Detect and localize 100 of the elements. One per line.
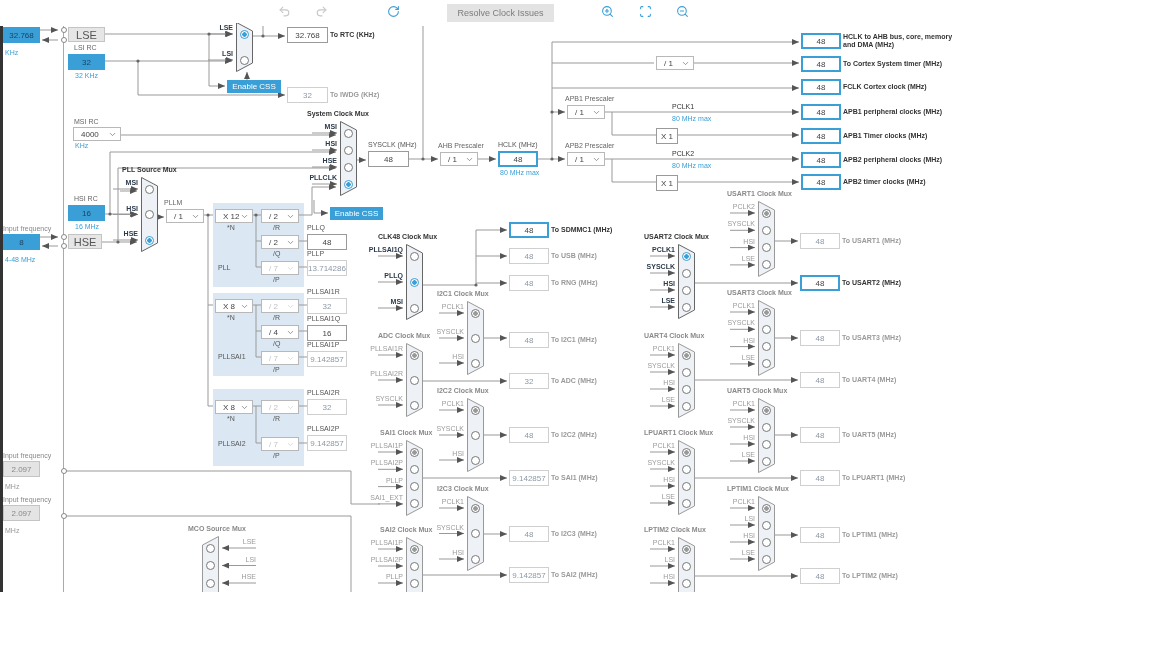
- mux-radio[interactable]: [682, 498, 691, 508]
- mux-radio[interactable]: [762, 324, 771, 334]
- enable-css-button[interactable]: Enable CSS: [227, 80, 281, 93]
- value-field[interactable]: 48: [801, 56, 841, 72]
- mux-radio[interactable]: [410, 303, 419, 313]
- mux-radio[interactable]: [344, 145, 353, 155]
- value-field[interactable]: 48: [801, 174, 841, 190]
- mux-radio[interactable]: [145, 210, 154, 219]
- value-field[interactable]: 48: [801, 128, 841, 144]
- value-field[interactable]: 32.768: [287, 27, 328, 43]
- mux-radio[interactable]: [145, 184, 154, 194]
- mux-radio[interactable]: [344, 128, 353, 138]
- mux-radio[interactable]: [682, 481, 691, 491]
- zoom-out-icon[interactable]: [676, 5, 689, 18]
- mux-radio[interactable]: [410, 277, 419, 287]
- frequency-field[interactable]: 8: [3, 234, 40, 250]
- mux-radio[interactable]: [145, 235, 154, 245]
- frequency-field[interactable]: 2.097: [3, 505, 40, 521]
- mux-radio[interactable]: [682, 578, 691, 588]
- mux-radio[interactable]: [410, 251, 419, 261]
- value-field[interactable]: 48: [801, 152, 841, 168]
- mux-radio[interactable]: [471, 358, 480, 368]
- mux-radio[interactable]: [762, 243, 771, 253]
- mux-radio[interactable]: [410, 499, 419, 509]
- dropdown[interactable]: X 8: [215, 400, 253, 414]
- mux-radio[interactable]: [682, 561, 691, 571]
- mux-radio[interactable]: [682, 367, 691, 377]
- value-field[interactable]: 48: [801, 79, 841, 95]
- mux-radio[interactable]: [471, 405, 480, 415]
- mux-radio[interactable]: [682, 302, 691, 312]
- mux-radio[interactable]: [762, 225, 771, 235]
- zoom-in-icon[interactable]: [601, 5, 614, 18]
- mux-radio[interactable]: [762, 208, 771, 218]
- oscillator-field[interactable]: 16: [68, 205, 105, 221]
- mux-radio[interactable]: [471, 529, 480, 538]
- mux-radio[interactable]: [762, 439, 771, 449]
- mux-radio[interactable]: [682, 464, 691, 474]
- fit-screen-icon[interactable]: [639, 5, 652, 18]
- dropdown[interactable]: / 1: [440, 152, 478, 166]
- mux-radio[interactable]: [344, 162, 353, 172]
- mux-radio[interactable]: [682, 447, 691, 457]
- mux-radio[interactable]: [410, 375, 419, 385]
- refresh-icon[interactable]: [387, 5, 400, 18]
- enable-css-button[interactable]: Enable CSS: [330, 207, 383, 220]
- dropdown[interactable]: / 1: [656, 56, 694, 70]
- mux-radio[interactable]: [762, 520, 771, 530]
- mux-radio[interactable]: [206, 578, 215, 588]
- mux-radio[interactable]: [410, 350, 419, 360]
- dropdown[interactable]: X 12: [215, 209, 253, 223]
- mux-radio[interactable]: [762, 422, 771, 432]
- undo-icon[interactable]: [278, 5, 291, 18]
- value-field[interactable]: 48: [498, 151, 538, 167]
- mux-radio[interactable]: [240, 29, 249, 39]
- mux-radio[interactable]: [762, 307, 771, 317]
- dropdown[interactable]: / 2: [261, 235, 299, 249]
- value-field[interactable]: 48: [801, 104, 841, 120]
- mux-radio[interactable]: [762, 359, 771, 369]
- value-field[interactable]: 48: [801, 33, 841, 49]
- mux-radio[interactable]: [410, 464, 419, 474]
- mux-radio[interactable]: [682, 251, 691, 261]
- mux-radio[interactable]: [344, 179, 353, 189]
- mux-radio[interactable]: [682, 384, 691, 394]
- mux-radio[interactable]: [410, 561, 419, 571]
- mux-radio[interactable]: [410, 578, 419, 588]
- mux-radio[interactable]: [206, 561, 215, 570]
- value-field[interactable]: 16: [307, 325, 347, 341]
- value-field[interactable]: 48: [800, 275, 840, 291]
- dropdown[interactable]: / 1: [567, 105, 605, 119]
- mux-radio[interactable]: [762, 554, 771, 564]
- mux-radio[interactable]: [762, 405, 771, 415]
- mux-radio[interactable]: [682, 350, 691, 360]
- mux-radio[interactable]: [471, 554, 480, 564]
- mux-radio[interactable]: [206, 543, 215, 553]
- dropdown[interactable]: 4000: [73, 127, 121, 141]
- mux-radio[interactable]: [471, 455, 480, 465]
- value-field[interactable]: X 1: [656, 128, 678, 144]
- mux-radio[interactable]: [471, 503, 480, 513]
- frequency-field[interactable]: 32.768: [3, 27, 40, 43]
- mux-radio[interactable]: [762, 537, 771, 547]
- mux-radio[interactable]: [762, 503, 771, 513]
- dropdown[interactable]: / 1: [567, 152, 605, 166]
- dropdown[interactable]: / 4: [261, 325, 299, 339]
- mux-radio[interactable]: [682, 401, 691, 411]
- dropdown[interactable]: / 1: [166, 209, 204, 223]
- mux-radio[interactable]: [762, 342, 771, 352]
- value-field[interactable]: X 1: [656, 175, 678, 191]
- dropdown[interactable]: X 8: [215, 299, 253, 313]
- mux-radio[interactable]: [762, 456, 771, 466]
- mux-radio[interactable]: [762, 260, 771, 270]
- mux-radio[interactable]: [410, 447, 419, 457]
- value-field[interactable]: 48: [368, 151, 409, 167]
- mux-radio[interactable]: [240, 55, 249, 65]
- dropdown[interactable]: / 2: [261, 209, 299, 223]
- value-field[interactable]: 48: [509, 222, 549, 238]
- mux-radio[interactable]: [682, 268, 691, 278]
- mux-radio[interactable]: [471, 308, 480, 318]
- mux-radio[interactable]: [410, 400, 419, 410]
- oscillator-field[interactable]: 32: [68, 54, 105, 70]
- mux-radio[interactable]: [410, 544, 419, 554]
- redo-icon[interactable]: [315, 5, 328, 18]
